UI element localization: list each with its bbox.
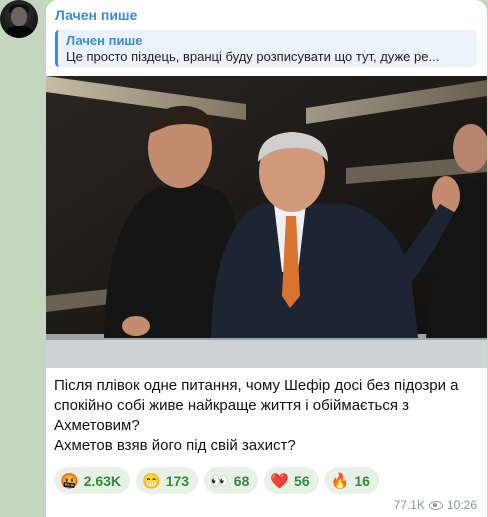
reply-quote[interactable]: Лачен пише Це просто піздець, вранці буд… xyxy=(55,30,477,67)
avatar-body xyxy=(5,26,33,38)
reaction-angry[interactable]: 🤬 2.63K xyxy=(54,467,131,494)
reaction-count: 16 xyxy=(354,472,370,489)
reply-text: Це просто піздець, вранці буду розписува… xyxy=(66,49,440,64)
channel-avatar[interactable] xyxy=(0,0,38,38)
grinning-face-icon: 😁 xyxy=(142,472,161,490)
reaction-fire[interactable]: 🔥 16 xyxy=(324,467,379,494)
reaction-count: 68 xyxy=(233,472,250,489)
photo-image xyxy=(46,76,487,368)
caption-line: Після плівок одне питання, чому Шефір до… xyxy=(54,377,459,434)
reaction-count: 56 xyxy=(294,472,310,489)
heart-icon: ❤️ xyxy=(270,472,290,490)
reply-sender-name: Лачен пише xyxy=(66,33,143,48)
message-bubble: Лачен пише Лачен пише Це просто піздець,… xyxy=(46,0,487,517)
reactions-bar: 🤬 2.63K 😁 173 👀 68 ❤️ 56 🔥 16 xyxy=(54,467,379,494)
reaction-eyes[interactable]: 👀 68 xyxy=(204,467,259,494)
reaction-grin[interactable]: 😁 173 xyxy=(136,467,199,494)
avatar-face xyxy=(11,7,27,26)
reaction-count: 173 xyxy=(165,472,190,489)
angry-face-icon: 🤬 xyxy=(60,472,79,490)
message-time: 10:26 xyxy=(446,498,477,512)
message-caption: Після плівок одне питання, чому Шефір до… xyxy=(54,376,479,456)
reaction-count: 2.63K xyxy=(83,472,122,489)
caption-line: Ахметов взяв його під свій захист? xyxy=(54,437,296,454)
view-count: 77.1K xyxy=(393,498,425,512)
views-eye-icon xyxy=(428,500,443,510)
reaction-heart[interactable]: ❤️ 56 xyxy=(264,467,319,494)
eyes-icon: 👀 xyxy=(210,472,229,490)
message-photo[interactable] xyxy=(46,76,487,368)
sender-name[interactable]: Лачен пише xyxy=(55,7,137,23)
fire-icon: 🔥 xyxy=(330,472,350,490)
message-meta: 77.1K 10:26 xyxy=(394,498,477,512)
